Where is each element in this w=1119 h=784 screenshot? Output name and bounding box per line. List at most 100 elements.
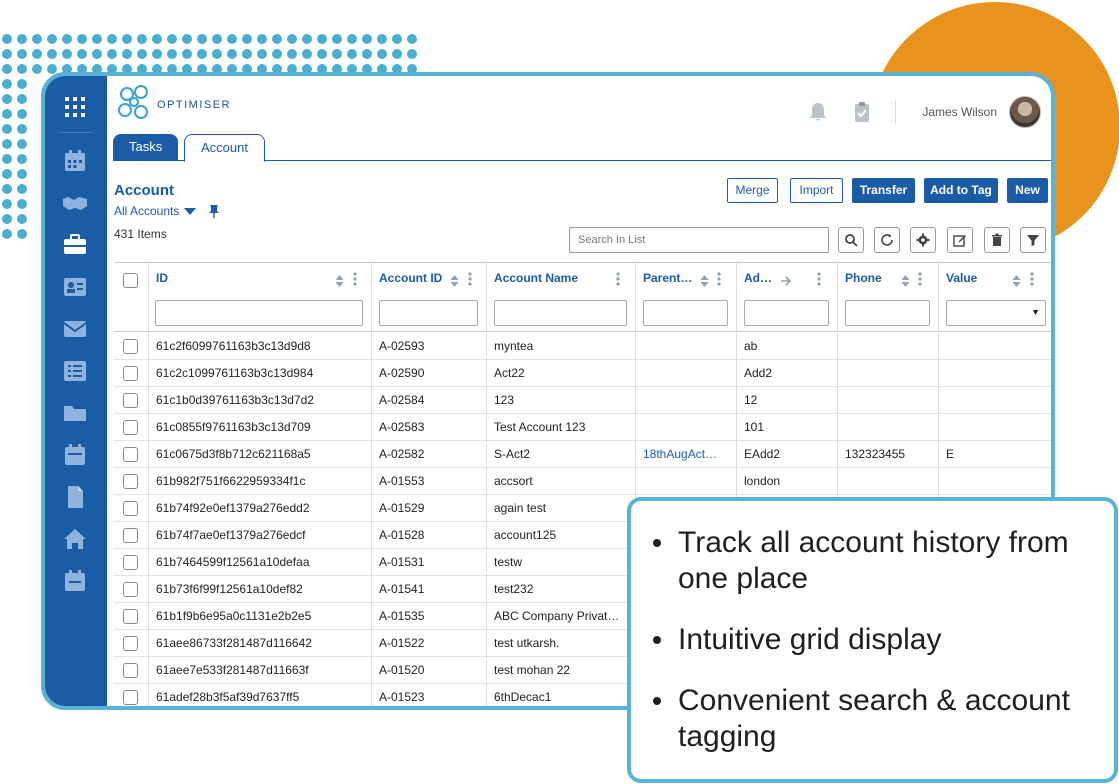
column-header-phone[interactable]: Phone — [837, 263, 938, 296]
folder-icon[interactable] — [62, 400, 88, 426]
cell-account-name: ABC Company Privat… — [494, 609, 620, 623]
document-icon[interactable] — [62, 484, 88, 510]
cell-id: 61c1b0d39761163b3c13d7d2 — [156, 393, 314, 407]
decorative-dot — [257, 49, 267, 59]
cell-address: EAdd2 — [744, 447, 781, 461]
column-header-account-name[interactable]: Account Name — [486, 263, 635, 296]
decorative-dot — [197, 49, 207, 59]
home-icon[interactable] — [62, 526, 88, 552]
filter-button[interactable] — [1020, 227, 1046, 253]
new-button[interactable]: New — [1007, 178, 1048, 203]
pin-icon[interactable] — [208, 204, 220, 218]
tab-tasks[interactable]: Tasks — [113, 134, 179, 161]
sort-icon[interactable] — [335, 274, 344, 288]
column-menu-icon[interactable] — [616, 272, 620, 286]
calendar-alt-icon[interactable] — [62, 442, 88, 468]
filter-input-parent[interactable] — [643, 300, 728, 326]
row-checkbox[interactable] — [123, 393, 138, 408]
view-selector[interactable]: All Accounts — [114, 204, 220, 218]
row-checkbox[interactable] — [123, 690, 138, 705]
list-icon[interactable] — [62, 358, 88, 384]
sort-icon[interactable] — [700, 274, 709, 288]
row-checkbox[interactable] — [123, 609, 138, 624]
sort-icon[interactable] — [901, 274, 910, 288]
column-header-label: Phone — [845, 271, 882, 285]
row-checkbox[interactable] — [123, 636, 138, 651]
table-row[interactable]: 61c0855f9761163b3c13d709 A-02583 Test Acco… — [114, 414, 1051, 441]
feature-bullet: Convenient search & account tagging — [653, 683, 1098, 755]
row-checkbox[interactable] — [123, 555, 138, 570]
filter-select-value[interactable]: ▼ — [946, 300, 1046, 326]
apps-grid-icon[interactable] — [62, 94, 88, 120]
cell-account-name: 123 — [494, 393, 515, 407]
search-input[interactable]: Search In List — [569, 227, 829, 253]
decorative-dot — [47, 64, 57, 74]
filter-input-address[interactable] — [744, 300, 829, 326]
sort-icon[interactable] — [450, 274, 459, 288]
row-checkbox[interactable] — [123, 447, 138, 462]
table-row[interactable]: 61c2c1099761163b3c13d984 A-02590 Act22 Add2 — [114, 360, 1051, 387]
import-button[interactable]: Import — [790, 178, 843, 203]
decorative-dot — [32, 34, 42, 44]
cell-account-name: Test Account 123 — [494, 420, 586, 434]
delete-button[interactable] — [984, 227, 1010, 253]
column-menu-icon[interactable] — [353, 272, 357, 286]
filter-input-account-id[interactable] — [379, 300, 478, 326]
column-menu-icon[interactable] — [1030, 272, 1034, 286]
filter-input-account-name[interactable] — [494, 300, 627, 326]
column-divider — [837, 360, 838, 386]
briefcase-icon[interactable] — [62, 232, 88, 258]
row-checkbox[interactable] — [123, 663, 138, 678]
table-row[interactable]: 61c2f6099761163b3c13d9d8 A-02593 myntea ab — [114, 333, 1051, 360]
cell-account-name: testw — [494, 555, 523, 569]
decorative-dot — [32, 49, 42, 59]
column-menu-icon[interactable] — [468, 272, 472, 286]
table-row[interactable]: 61c0675d3f8b712c621168a5 A-02582 S-Act2 18t… — [114, 441, 1051, 468]
row-checkbox[interactable] — [123, 420, 138, 435]
select-all-checkbox[interactable] — [123, 273, 138, 288]
bell-icon[interactable] — [807, 101, 829, 123]
tab-account[interactable]: Account — [184, 134, 265, 162]
row-checkbox[interactable] — [123, 582, 138, 597]
calendar-event-icon[interactable] — [62, 568, 88, 594]
column-divider — [635, 414, 636, 440]
filter-input-phone[interactable] — [845, 300, 930, 326]
decorative-dot — [47, 34, 57, 44]
filter-input-id[interactable] — [155, 300, 363, 326]
column-menu-icon[interactable] — [918, 272, 922, 286]
transfer-button[interactable]: Transfer — [852, 178, 915, 203]
row-checkbox[interactable] — [123, 528, 138, 543]
row-checkbox[interactable] — [123, 474, 138, 489]
decorative-dot — [107, 49, 117, 59]
table-row[interactable]: 61c1b0d39761163b3c13d7d2 A-02584 123 12 — [114, 387, 1051, 414]
avatar[interactable] — [1009, 96, 1041, 128]
decorative-dot — [2, 94, 12, 104]
mail-icon[interactable] — [62, 316, 88, 342]
contact-card-icon[interactable] — [62, 274, 88, 300]
clipboard-check-icon[interactable] — [851, 101, 873, 123]
decorative-dot — [197, 34, 207, 44]
refresh-button[interactable] — [874, 227, 900, 253]
cell-account-name: account125 — [494, 528, 557, 542]
search-button[interactable] — [838, 227, 864, 253]
row-checkbox[interactable] — [123, 501, 138, 516]
settings-button[interactable] — [910, 227, 936, 253]
row-checkbox[interactable] — [123, 366, 138, 381]
calendar-icon[interactable] — [62, 148, 88, 174]
handshake-icon[interactable] — [62, 190, 88, 216]
logo-text: OPTIMISER — [157, 99, 232, 111]
merge-button[interactable]: Merge — [727, 178, 778, 203]
arrow-right-icon[interactable] — [780, 274, 792, 288]
table-row[interactable]: 61b982f751f6622959334f1c A-01553 accsort lo… — [114, 468, 1051, 495]
add-to-tag-button[interactable]: Add to Tag — [924, 178, 998, 203]
cell-parent[interactable]: 18thAugAct… — [635, 441, 736, 467]
decorative-dot — [377, 49, 387, 59]
column-divider — [837, 414, 838, 440]
edit-button[interactable] — [947, 227, 973, 253]
tab-bar: Tasks Account — [113, 132, 1051, 162]
column-menu-icon[interactable] — [717, 272, 721, 286]
user-name[interactable]: James Wilson — [922, 105, 997, 119]
sort-icon[interactable] — [1012, 274, 1021, 288]
row-checkbox[interactable] — [123, 339, 138, 354]
column-menu-icon[interactable] — [817, 272, 821, 286]
